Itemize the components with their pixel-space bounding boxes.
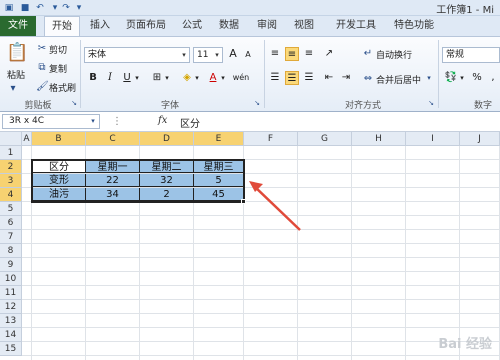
excel-window: ▣ ■ ↶ ▾ ↷ ▾ 工作簿1 - Mi 文件 开始 插入 页面布局 公式 数… — [0, 0, 500, 360]
watermark: Bai 经验 — [438, 337, 492, 352]
annotation-arrow — [249, 181, 301, 231]
